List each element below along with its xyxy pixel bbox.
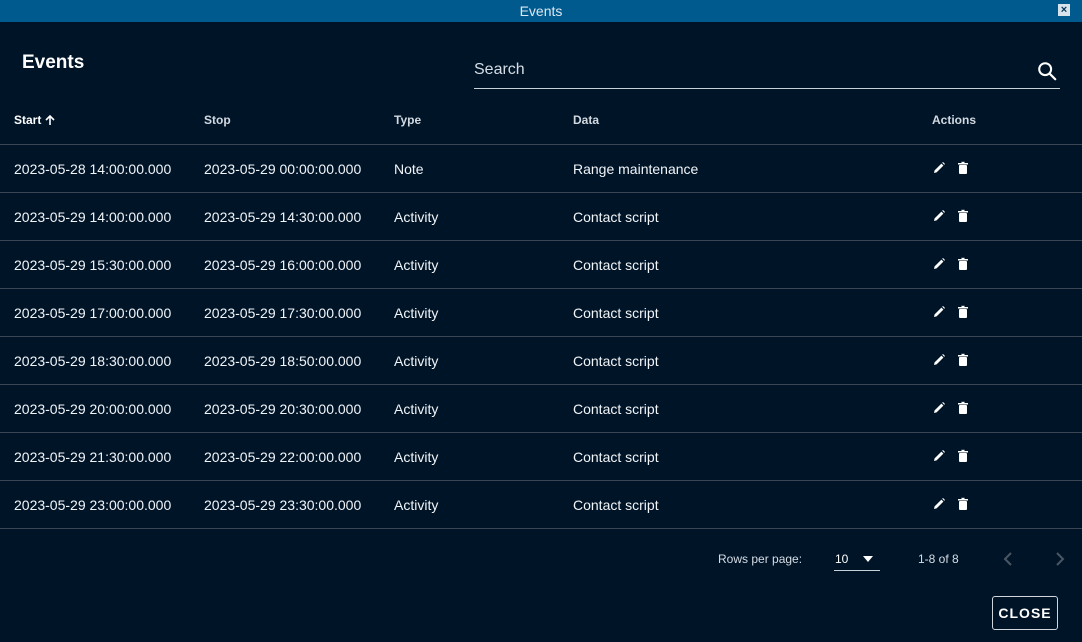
search-field[interactable] <box>474 56 1060 89</box>
rows-per-page-label: Rows per page: <box>718 552 803 566</box>
cell-start: 2023-05-29 17:00:00.000 <box>14 305 172 321</box>
edit-icon[interactable] <box>932 497 946 511</box>
row-actions <box>932 353 970 367</box>
table-row[interactable]: 2023-05-28 14:00:00.000 2023-05-29 00:00:… <box>0 145 1082 193</box>
delete-icon[interactable] <box>956 353 970 367</box>
cell-stop: 2023-05-29 23:30:00.000 <box>204 497 362 513</box>
table-pagination: Rows per page: 10 1-8 of 8 <box>0 540 1082 580</box>
chevron-right-icon[interactable] <box>1050 550 1068 568</box>
column-header-start[interactable]: Start <box>14 113 56 127</box>
cell-start: 2023-05-29 23:00:00.000 <box>14 497 172 513</box>
cell-data: Contact script <box>573 401 659 417</box>
column-header-data[interactable]: Data <box>573 113 599 127</box>
delete-icon[interactable] <box>956 257 970 271</box>
delete-icon[interactable] <box>956 305 970 319</box>
cell-start: 2023-05-29 14:00:00.000 <box>14 209 172 225</box>
page-range-label: 1-8 of 8 <box>918 552 959 566</box>
edit-icon[interactable] <box>932 449 946 463</box>
edit-icon[interactable] <box>932 161 946 175</box>
row-actions <box>932 401 970 415</box>
column-header-type[interactable]: Type <box>394 113 421 127</box>
cell-data: Contact script <box>573 305 659 321</box>
cell-type: Activity <box>394 305 439 321</box>
table-row[interactable]: 2023-05-29 23:00:00.000 2023-05-29 23:30:… <box>0 481 1082 529</box>
cell-data: Contact script <box>573 257 659 273</box>
edit-icon[interactable] <box>932 401 946 415</box>
rows-per-page-value: 10 <box>835 552 849 566</box>
caret-down-icon <box>863 556 873 562</box>
cell-stop: 2023-05-29 20:30:00.000 <box>204 401 362 417</box>
row-actions <box>932 161 970 175</box>
delete-icon[interactable] <box>956 161 970 175</box>
table-row[interactable]: 2023-05-29 18:30:00.000 2023-05-29 18:50:… <box>0 337 1082 385</box>
edit-icon[interactable] <box>932 305 946 319</box>
edit-icon[interactable] <box>932 353 946 367</box>
column-header-start-label: Start <box>14 113 42 127</box>
cell-data: Contact script <box>573 353 659 369</box>
column-header-actions: Actions <box>932 113 977 127</box>
cell-type: Activity <box>394 353 439 369</box>
page-title: Events <box>22 52 85 73</box>
row-actions <box>932 305 970 319</box>
cell-stop: 2023-05-29 17:30:00.000 <box>204 305 362 321</box>
delete-icon[interactable] <box>956 401 970 415</box>
cell-type: Activity <box>394 401 439 417</box>
delete-icon[interactable] <box>956 497 970 511</box>
table-row[interactable]: 2023-05-29 14:00:00.000 2023-05-29 14:30:… <box>0 193 1082 241</box>
cell-start: 2023-05-28 14:00:00.000 <box>14 161 172 177</box>
table-header: Start Stop Type Data Actions <box>0 96 1082 145</box>
cell-stop: 2023-05-29 16:00:00.000 <box>204 257 362 273</box>
delete-icon[interactable] <box>956 449 970 463</box>
cell-type: Activity <box>394 497 439 513</box>
row-actions <box>932 257 970 271</box>
close-button[interactable]: CLOSE <box>992 596 1058 630</box>
table-row[interactable]: 2023-05-29 21:30:00.000 2023-05-29 22:00:… <box>0 433 1082 481</box>
edit-icon[interactable] <box>932 257 946 271</box>
cell-data: Contact script <box>573 449 659 465</box>
cell-stop: 2023-05-29 14:30:00.000 <box>204 209 362 225</box>
events-table: Start Stop Type Data Actions 2023-05-28 … <box>0 96 1082 529</box>
cell-data: Contact script <box>573 497 659 513</box>
cell-type: Activity <box>394 449 439 465</box>
cell-start: 2023-05-29 20:00:00.000 <box>14 401 172 417</box>
cell-data: Contact script <box>573 209 659 225</box>
cell-start: 2023-05-29 15:30:00.000 <box>14 257 172 273</box>
window-titlebar: Events × <box>0 0 1082 22</box>
column-header-stop[interactable]: Stop <box>204 113 231 127</box>
table-row[interactable]: 2023-05-29 17:00:00.000 2023-05-29 17:30:… <box>0 289 1082 337</box>
search-icon[interactable] <box>1036 60 1058 82</box>
delete-icon[interactable] <box>956 209 970 223</box>
table-row[interactable]: 2023-05-29 15:30:00.000 2023-05-29 16:00:… <box>0 241 1082 289</box>
cell-start: 2023-05-29 18:30:00.000 <box>14 353 172 369</box>
cell-data: Range maintenance <box>573 161 699 177</box>
cell-stop: 2023-05-29 22:00:00.000 <box>204 449 362 465</box>
cell-type: Activity <box>394 209 439 225</box>
chevron-left-icon[interactable] <box>1000 550 1018 568</box>
sort-arrow-up-icon <box>45 114 55 125</box>
row-actions <box>932 209 970 223</box>
cell-type: Activity <box>394 257 439 273</box>
window-close-icon[interactable]: × <box>1058 4 1070 16</box>
window-title: Events <box>519 3 563 19</box>
cell-start: 2023-05-29 21:30:00.000 <box>14 449 172 465</box>
table-row[interactable]: 2023-05-29 20:00:00.000 2023-05-29 20:30:… <box>0 385 1082 433</box>
cell-stop: 2023-05-29 18:50:00.000 <box>204 353 362 369</box>
rows-per-page-select[interactable]: 10 <box>834 546 880 571</box>
row-actions <box>932 497 970 511</box>
cell-type: Note <box>394 161 424 177</box>
table-body: 2023-05-28 14:00:00.000 2023-05-29 00:00:… <box>0 145 1082 529</box>
search-input[interactable] <box>474 58 1014 82</box>
row-actions <box>932 449 970 463</box>
cell-stop: 2023-05-29 00:00:00.000 <box>204 161 362 177</box>
edit-icon[interactable] <box>932 209 946 223</box>
